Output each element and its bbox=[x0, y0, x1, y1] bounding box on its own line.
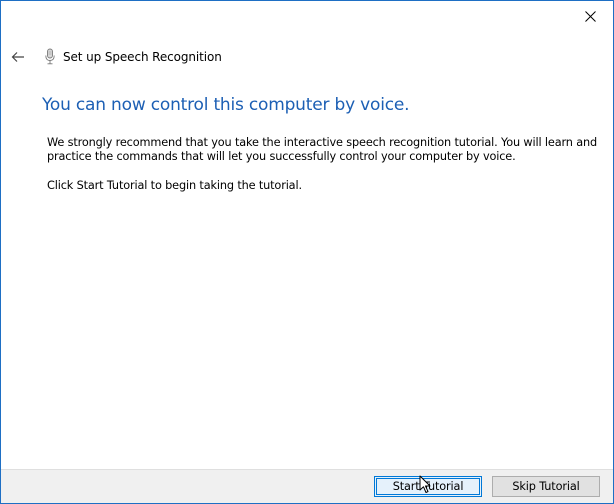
speech-setup-window: Set up Speech Recognition You can now co… bbox=[0, 0, 614, 504]
start-tutorial-button[interactable]: Start Tutorial bbox=[374, 476, 482, 497]
wizard-header: Set up Speech Recognition bbox=[9, 47, 222, 67]
recommendation-text-line-1: We strongly recommend that you take the … bbox=[47, 136, 598, 149]
close-button[interactable] bbox=[567, 1, 613, 31]
wizard-footer: Start Tutorial Skip Tutorial bbox=[1, 469, 613, 503]
skip-tutorial-button[interactable]: Skip Tutorial bbox=[492, 476, 600, 497]
back-arrow-icon bbox=[11, 52, 24, 62]
back-button[interactable] bbox=[9, 48, 27, 66]
skip-tutorial-label: Skip Tutorial bbox=[512, 480, 580, 493]
start-tutorial-label: Start Tutorial bbox=[392, 480, 464, 493]
close-icon bbox=[584, 10, 596, 22]
page-heading: You can now control this computer by voi… bbox=[42, 95, 410, 115]
recommendation-text-line-2: practice the commands that will let you … bbox=[47, 150, 516, 163]
microphone-icon bbox=[44, 48, 56, 66]
wizard-title: Set up Speech Recognition bbox=[63, 50, 222, 64]
instruction-text: Click Start Tutorial to begin taking the… bbox=[47, 179, 302, 192]
